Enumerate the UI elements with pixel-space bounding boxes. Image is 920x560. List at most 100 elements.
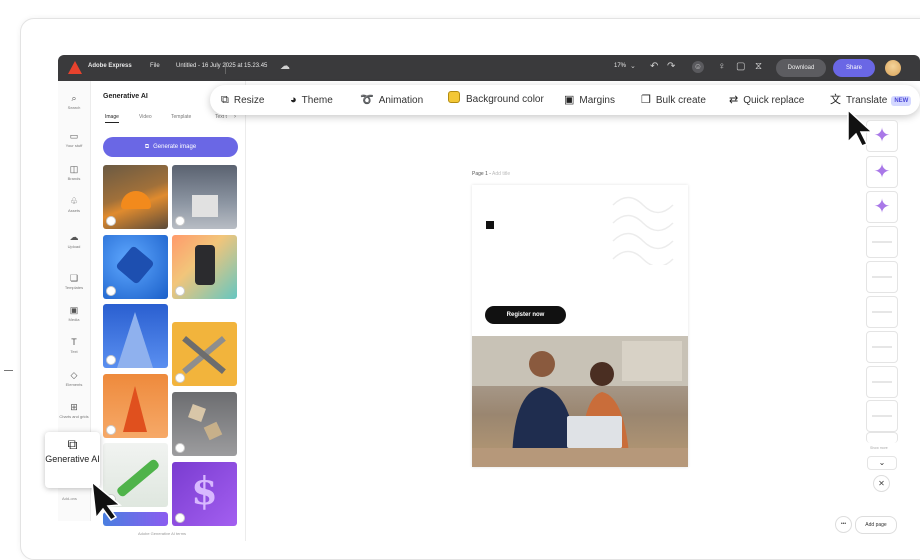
more-options-icon[interactable]: ••• [835, 516, 852, 533]
generated-image-hardhat[interactable] [103, 165, 168, 229]
page-label[interactable]: Page 1 - Add title [472, 171, 510, 177]
side-thumb[interactable] [866, 296, 898, 328]
edit-badge-icon [175, 373, 185, 383]
avatar[interactable] [885, 60, 901, 76]
design-page[interactable]: Register now [472, 185, 688, 467]
animation-button[interactable]: ➰ Animation [360, 85, 423, 115]
zoom-level[interactable]: 17% [614, 63, 626, 69]
animation-icon: ➰ [360, 94, 374, 106]
close-icon[interactable]: ✕ [873, 475, 890, 492]
block-shape [203, 421, 223, 441]
cube-shape [192, 195, 218, 217]
document-title[interactable]: Untitled - 16 July 2025 at 15.23.45 [176, 63, 267, 69]
side-thumb[interactable] [866, 366, 898, 398]
hardhat-shape [121, 191, 151, 209]
edit-badge-icon [106, 286, 116, 296]
edit-badge-icon [106, 216, 116, 226]
tab-video[interactable]: Video [139, 114, 152, 120]
tab-image[interactable]: Image [105, 114, 119, 123]
new-badge: NEW [891, 96, 912, 106]
generated-image-dollar[interactable]: $ [172, 462, 237, 526]
adobe-logo-icon[interactable] [68, 61, 82, 74]
placeholder-line [872, 381, 892, 383]
generated-image-building[interactable] [103, 304, 168, 368]
charts-icon: ⊞ [70, 402, 78, 412]
side-gen-button-2[interactable]: ✦ [866, 156, 898, 188]
share-button[interactable]: Share [833, 59, 875, 77]
cursor-icon [91, 480, 122, 521]
side-thumb[interactable] [866, 226, 898, 258]
logo-square [486, 221, 494, 229]
background-color-icon [448, 91, 460, 103]
generated-image-tools[interactable] [172, 322, 237, 386]
comment-icon[interactable]: ▢ [736, 61, 745, 73]
quick-replace-button[interactable]: ⇄ Quick replace [729, 85, 804, 115]
templates-icon: ❏ [69, 273, 79, 283]
cone-shape [123, 386, 147, 432]
rail-item-assets[interactable]: ♧ Assets [58, 196, 90, 213]
generated-image-phone[interactable] [172, 235, 237, 299]
theme-button[interactable]: ◕ Theme [290, 85, 333, 115]
rail-item-charts[interactable]: ⊞ Charts and grids [58, 402, 90, 419]
rail-item-elements[interactable]: ◇ Elements [58, 370, 90, 387]
tab-template[interactable]: Template [171, 114, 191, 120]
file-menu[interactable]: File [150, 63, 160, 69]
search-icon: ⌕ [71, 93, 77, 103]
people-photo[interactable] [472, 336, 688, 467]
generative-ai-icon: ⧉ [67, 436, 78, 452]
invite-icon[interactable]: ☺ [692, 61, 704, 73]
side-thumb[interactable] [866, 400, 898, 432]
download-button[interactable]: Download [776, 59, 826, 77]
rail-item-upload[interactable]: ☁ Upload [58, 232, 90, 249]
resize-button[interactable]: ⧉ Resize [221, 85, 264, 115]
chevron-down-icon[interactable]: ⌄ [630, 61, 636, 73]
placeholder-line [872, 346, 892, 348]
generated-image-cubes[interactable] [172, 165, 237, 229]
wallet-shape [115, 245, 155, 285]
generative-ai-label: Generative AI [45, 454, 100, 464]
add-page-button[interactable]: Add page [855, 516, 897, 534]
quick-actions-toolbar: ⧉ Resize ◕ Theme ➰ Animation Background col… [210, 85, 920, 115]
text-icon: T [71, 337, 77, 347]
generated-image-cone[interactable] [103, 374, 168, 438]
building-shape [117, 312, 153, 368]
side-thumb[interactable] [866, 331, 898, 363]
panel-footer[interactable]: Adobe Generative AI terms [138, 531, 186, 536]
show-more-label[interactable]: Show more [870, 446, 888, 450]
upload-icon: ☁ [69, 232, 79, 242]
sparkle-icon: ✦ [873, 196, 891, 218]
panel-title: Generative AI [103, 93, 148, 100]
rail-item-search[interactable]: ⌕ Search [58, 93, 90, 110]
lightbulb-icon[interactable]: ♀ [718, 61, 726, 73]
rail-item-text[interactable]: T Text [58, 337, 90, 354]
side-thumb[interactable] [866, 432, 898, 443]
rail-item-addons-label[interactable]: Add-ons [62, 496, 77, 501]
rail-item-your-stuff[interactable]: ▭ Your stuff [58, 131, 90, 148]
block-shape [188, 404, 206, 422]
undo-icon[interactable]: ↶ [650, 61, 658, 73]
margins-button[interactable]: ▣ Margins [564, 85, 615, 115]
rail-item-media[interactable]: ▣ Media [58, 305, 90, 322]
generate-icon: ⧉ [144, 144, 150, 150]
placeholder-line [872, 241, 892, 243]
theme-icon: ◕ [290, 94, 297, 106]
page-title-placeholder[interactable]: Add title [492, 171, 510, 177]
app-name: Adobe Express [88, 63, 132, 69]
rail-item-templates[interactable]: ❏ Templates [58, 273, 90, 290]
register-now-button[interactable]: Register now [485, 306, 566, 324]
bulk-create-button[interactable]: ❐ Bulk create [641, 85, 706, 115]
side-gen-button-3[interactable]: ✦ [866, 191, 898, 223]
generate-image-button[interactable]: ⧉ Generate image [103, 137, 238, 157]
edit-badge-icon [106, 355, 116, 365]
redo-icon[interactable]: ↷ [667, 61, 675, 73]
decorative-pattern [612, 196, 674, 265]
generated-image-blocks[interactable] [172, 392, 237, 456]
generated-image-wallet[interactable] [103, 235, 168, 299]
placeholder-line [872, 415, 892, 417]
timer-icon[interactable]: ⧖ [755, 61, 762, 73]
background-color-button[interactable]: Background color [448, 85, 544, 115]
chevron-down-icon[interactable]: ⌄ [867, 456, 897, 470]
generative-ai-panel: Generative AI Image Video Template Text … [93, 81, 246, 541]
rail-item-brands[interactable]: ◫ Brands [58, 164, 90, 181]
side-thumb[interactable] [866, 261, 898, 293]
